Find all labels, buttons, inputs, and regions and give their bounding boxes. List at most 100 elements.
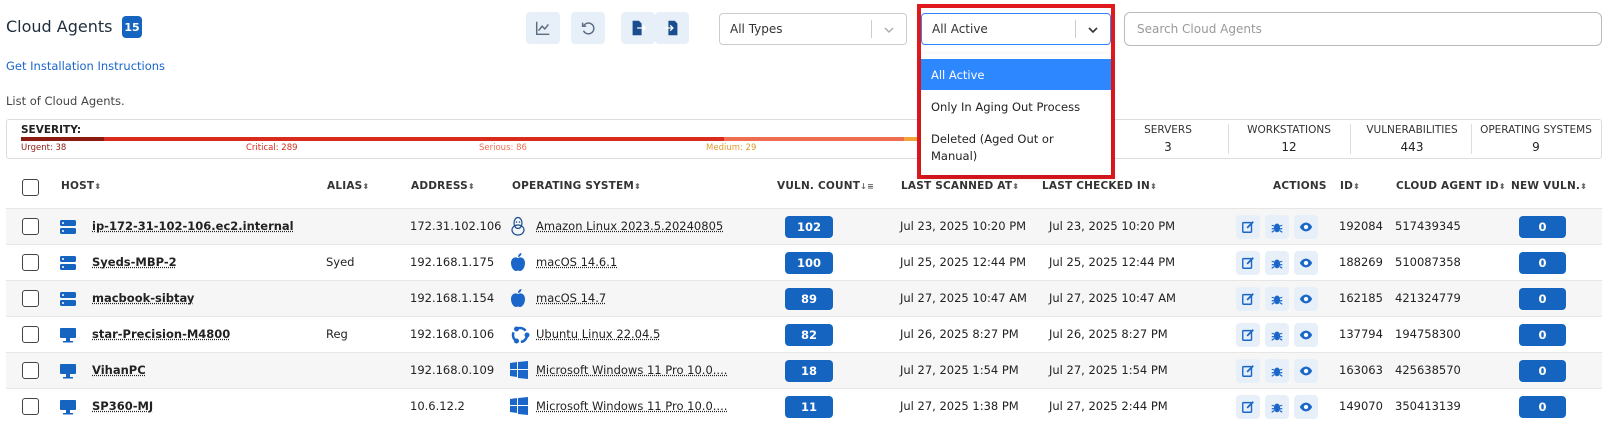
id-cell: 162185 — [1339, 291, 1383, 305]
vuln-count-badge[interactable]: 82 — [785, 324, 833, 346]
id-cell: 163063 — [1339, 363, 1383, 377]
monitor-icon — [59, 399, 77, 415]
address-cell: 172.31.102.106 — [410, 219, 502, 233]
os-link[interactable]: Amazon Linux 2023.5.20240805 — [536, 219, 723, 233]
vuln-count-badge[interactable]: 100 — [785, 252, 833, 274]
col-new-vuln[interactable]: NEW VULN.⬍ — [1511, 180, 1587, 192]
chart-icon — [535, 21, 550, 36]
last-checked-cell: Jul 27, 2025 2:44 PM — [1049, 399, 1168, 413]
col-vuln-count[interactable]: VULN. COUNT↓≡ — [777, 180, 874, 192]
severity-bar-urgent — [21, 137, 104, 141]
host-link[interactable]: macbook-sibtay — [92, 291, 194, 305]
new-vuln-badge[interactable]: 0 — [1519, 324, 1566, 346]
os-link[interactable]: macOS 14.7 — [536, 291, 606, 305]
vulnerabilities-button[interactable] — [1265, 323, 1289, 347]
type-filter-select[interactable]: All Types — [719, 13, 907, 45]
col-last-scanned[interactable]: LAST SCANNED AT⬍ — [901, 180, 1019, 192]
host-link[interactable]: VihanPC — [92, 363, 146, 377]
severity-critical-text: Critical: 289 — [246, 143, 298, 153]
new-vuln-badge[interactable]: 0 — [1519, 252, 1566, 274]
row-checkbox[interactable] — [22, 290, 39, 307]
row-checkbox[interactable] — [22, 326, 39, 343]
col-os[interactable]: OPERATING SYSTEM⬍ — [512, 180, 641, 192]
windows-icon — [509, 396, 529, 416]
view-button[interactable] — [1294, 395, 1318, 419]
vuln-count-badge[interactable]: 11 — [785, 396, 833, 418]
host-link[interactable]: star-Precision-M4800 — [92, 327, 230, 341]
vulnerabilities-button[interactable] — [1265, 215, 1289, 239]
server-icon — [59, 291, 77, 307]
edit-button[interactable] — [1236, 323, 1260, 347]
col-last-checked[interactable]: LAST CHECKED IN⬍ — [1042, 180, 1157, 192]
ubuntu-icon — [509, 324, 531, 346]
os-link[interactable]: Ubuntu Linux 22.04.5 — [536, 327, 660, 341]
view-button[interactable] — [1294, 323, 1318, 347]
os-link[interactable]: Microsoft Windows 11 Pro 10.0.... — [536, 399, 727, 413]
status-option-deleted[interactable]: Deleted (Aged Out or Manual) — [921, 126, 1111, 170]
search-input[interactable]: Search Cloud Agents — [1124, 12, 1602, 46]
col-address[interactable]: ADDRESS⬍ — [411, 180, 475, 192]
edit-icon — [1241, 400, 1255, 414]
new-vuln-badge[interactable]: 0 — [1519, 396, 1566, 418]
address-cell: 192.168.1.175 — [410, 255, 495, 269]
row-checkbox[interactable] — [22, 254, 39, 271]
server-icon — [59, 219, 77, 235]
vulnerabilities-button[interactable] — [1265, 287, 1289, 311]
view-button[interactable] — [1294, 251, 1318, 275]
edit-button[interactable] — [1236, 251, 1260, 275]
new-vuln-badge[interactable]: 0 — [1519, 216, 1566, 238]
last-scanned-cell: Jul 27, 2025 1:54 PM — [900, 363, 1019, 377]
table-row: Syeds-MBP-2 Syed 192.168.1.175 macOS 14.… — [6, 244, 1602, 280]
status-option-aging-out[interactable]: Only In Aging Out Process — [921, 91, 1111, 123]
eye-icon — [1299, 400, 1313, 414]
chevron-down-icon — [884, 27, 894, 33]
vuln-count-badge[interactable]: 18 — [785, 360, 833, 382]
server-icon — [59, 255, 77, 271]
view-button[interactable] — [1294, 359, 1318, 383]
edit-button[interactable] — [1236, 287, 1260, 311]
edit-icon — [1241, 364, 1255, 378]
host-link[interactable]: SP360-MJ — [92, 399, 153, 413]
cloud-agent-id-cell: 350413139 — [1395, 399, 1461, 413]
severity-bar-critical — [104, 137, 724, 141]
col-actions: ACTIONS — [1273, 180, 1327, 192]
export-button[interactable] — [621, 12, 655, 44]
host-link[interactable]: ip-172-31-102-106.ec2.internal — [92, 219, 294, 233]
status-option-all-active[interactable]: All Active — [921, 59, 1111, 90]
new-vuln-badge[interactable]: 0 — [1519, 360, 1566, 382]
last-checked-cell: Jul 25, 2025 12:44 PM — [1049, 255, 1176, 269]
import-button[interactable] — [655, 12, 689, 44]
col-id[interactable]: ID⬍ — [1340, 180, 1360, 192]
windows-icon — [509, 360, 529, 380]
bug-icon — [1270, 364, 1284, 378]
edit-button[interactable] — [1236, 395, 1260, 419]
os-link[interactable]: macOS 14.6.1 — [536, 255, 617, 269]
edit-button[interactable] — [1236, 359, 1260, 383]
vuln-count-badge[interactable]: 102 — [785, 216, 833, 238]
vulnerabilities-button[interactable] — [1265, 395, 1289, 419]
installation-instructions-link[interactable]: Get Installation Instructions — [6, 59, 165, 73]
row-checkbox[interactable] — [22, 218, 39, 235]
col-cloud-agent-id[interactable]: CLOUD AGENT ID⬍ — [1396, 180, 1506, 192]
monitor-icon — [59, 363, 77, 379]
row-checkbox[interactable] — [22, 362, 39, 379]
edit-button[interactable] — [1236, 215, 1260, 239]
col-alias[interactable]: ALIAS⬍ — [327, 180, 369, 192]
file-import-icon — [664, 20, 678, 36]
vulnerabilities-button[interactable] — [1265, 251, 1289, 275]
view-button[interactable] — [1294, 215, 1318, 239]
col-host[interactable]: HOST⬍ — [61, 180, 101, 192]
severity-serious-text: Serious: 86 — [479, 143, 527, 153]
refresh-button[interactable] — [571, 12, 605, 44]
os-link[interactable]: Microsoft Windows 11 Pro 10.0.... — [536, 363, 727, 377]
vuln-count-badge[interactable]: 89 — [785, 288, 833, 310]
list-description: List of Cloud Agents. — [6, 94, 125, 108]
host-link[interactable]: Syeds-MBP-2 — [92, 255, 177, 269]
select-all-checkbox[interactable] — [22, 179, 39, 196]
row-checkbox[interactable] — [22, 398, 39, 415]
vulnerabilities-button[interactable] — [1265, 359, 1289, 383]
view-button[interactable] — [1294, 287, 1318, 311]
monitor-icon — [59, 327, 77, 343]
new-vuln-badge[interactable]: 0 — [1519, 288, 1566, 310]
chart-button[interactable] — [526, 12, 560, 44]
